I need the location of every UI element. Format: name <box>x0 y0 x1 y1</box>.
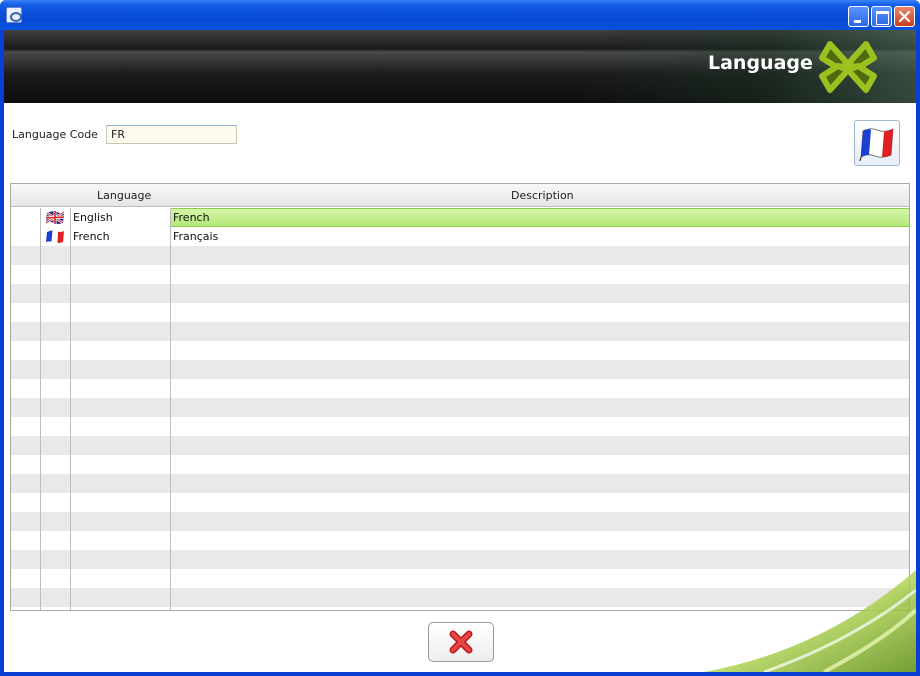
selection-highlight <box>171 208 909 227</box>
column-divider <box>170 208 171 610</box>
cell-language: French <box>73 230 110 243</box>
empty-row <box>11 379 909 398</box>
grid-rows: English French French Français <box>11 208 909 607</box>
flag-button[interactable] <box>854 120 900 166</box>
empty-row <box>11 455 909 474</box>
empty-row <box>11 550 909 569</box>
language-grid[interactable]: Language Description English French Fren… <box>10 183 910 611</box>
empty-row <box>11 417 909 436</box>
empty-row <box>11 531 909 550</box>
red-x-icon <box>449 630 473 654</box>
application-window: Language Language Code Lang <box>0 0 920 676</box>
clover-logo <box>819 41 877 93</box>
grid-header: Language Description <box>11 184 909 207</box>
cell-language: English <box>73 211 113 224</box>
empty-row <box>11 360 909 379</box>
language-code-label: Language Code <box>12 128 98 141</box>
close-button[interactable] <box>428 622 494 662</box>
language-code-input[interactable] <box>106 125 237 144</box>
close-window-button[interactable] <box>894 6 915 27</box>
column-header-language[interactable]: Language <box>97 189 151 202</box>
header-banner: Language <box>4 30 916 103</box>
empty-row <box>11 284 909 303</box>
close-icon <box>898 10 911 23</box>
column-divider <box>70 208 71 610</box>
maximize-button[interactable] <box>871 6 892 27</box>
app-icon[interactable] <box>6 7 22 23</box>
empty-row <box>11 303 909 322</box>
empty-row <box>11 265 909 284</box>
empty-row <box>11 341 909 360</box>
client-area: Language Language Code Lang <box>4 30 916 672</box>
empty-row <box>11 398 909 417</box>
uk-flag-icon <box>45 210 65 225</box>
empty-row <box>11 436 909 455</box>
french-flag-icon <box>859 128 894 162</box>
cell-description: Français <box>173 230 219 243</box>
empty-row <box>11 474 909 493</box>
title-bar[interactable] <box>0 0 920 30</box>
french-flag-icon <box>46 230 64 243</box>
empty-row <box>11 493 909 512</box>
empty-row <box>11 322 909 341</box>
empty-row <box>11 246 909 265</box>
table-row[interactable]: French Français <box>11 227 909 246</box>
table-row[interactable]: English French <box>11 208 909 227</box>
decorative-swoosh <box>704 570 916 672</box>
cell-description: French <box>173 211 210 224</box>
column-header-description[interactable]: Description <box>511 189 574 202</box>
page-title: Language <box>708 52 813 74</box>
empty-row <box>11 512 909 531</box>
column-divider <box>40 208 41 610</box>
minimize-button[interactable] <box>848 6 869 27</box>
